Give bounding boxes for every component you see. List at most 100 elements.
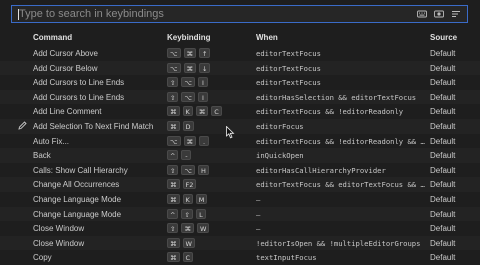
key-cap: C xyxy=(182,252,194,263)
row-source: Default xyxy=(430,78,456,88)
row-when-clause: editorTextFocus && !editorReadonly && su… xyxy=(256,136,428,146)
row-keybinding: ⌘ D xyxy=(167,120,194,131)
keybinding-row[interactable]: Add Line Comment ⌘ K ⌘ CeditorTextFocus && !… xyxy=(0,104,480,119)
table-scrollbar[interactable] xyxy=(470,46,473,258)
key-cap: ⇧ xyxy=(167,164,179,175)
row-keybinding: ⌘ K M xyxy=(167,193,208,204)
row-source: Default xyxy=(430,180,456,190)
keybinding-row[interactable]: Auto Fix... ⌥ ⌘. editorTextFocus && !editor… xyxy=(0,134,480,149)
search-actions xyxy=(417,9,461,19)
key-cap: . xyxy=(199,135,209,146)
key-cap: ⌘ xyxy=(167,179,180,190)
row-keybinding: ^ - xyxy=(167,150,192,161)
row-command: Change Language Mode xyxy=(33,209,122,219)
key-cap: ⌘ xyxy=(181,223,194,234)
row-source: Default xyxy=(430,238,456,248)
row-command: Change All Occurrences xyxy=(33,180,120,190)
keybinding-row[interactable]: Add Cursors to Line Ends ⇧ ⌥ IeditorTextFoc… xyxy=(0,75,480,90)
row-when-clause: inQuickOpen xyxy=(256,151,304,161)
row-keybinding: ⌘ C xyxy=(167,252,194,263)
key-cap: ⌥ xyxy=(181,77,195,88)
row-command: Add Line Comment xyxy=(33,107,102,117)
key-cap: ↑ xyxy=(199,48,211,58)
row-source: Default xyxy=(430,92,456,102)
column-header-command[interactable]: Command xyxy=(33,33,72,42)
key-cap: ⌘ xyxy=(167,120,180,131)
key-cap: K xyxy=(182,193,193,204)
row-keybinding: ⌘ W xyxy=(167,237,195,248)
row-keybinding: ⌘ F2 xyxy=(167,179,197,190)
row-when-clause: editorHasSelection && editorTextFocus xyxy=(256,92,417,102)
key-cap: ⌥ xyxy=(167,135,181,146)
row-when-clause: !editorIsOpen && !multipleEditorGroups xyxy=(256,238,421,248)
row-when-clause: editorFocus xyxy=(256,121,304,131)
row-when-clause: — xyxy=(256,224,261,234)
row-source: Default xyxy=(430,136,456,146)
key-cap: ⌘ xyxy=(167,193,180,204)
keybinding-row[interactable]: Add Cursors to Line Ends ⇧ ⌥ IeditorHasSele… xyxy=(0,89,480,105)
row-command: Close Window xyxy=(33,224,85,234)
row-source: Default xyxy=(430,194,456,204)
sort-by-precedence-icon[interactable] xyxy=(451,9,461,19)
row-keybinding: ⇧ ⌘ W xyxy=(167,223,210,234)
key-cap: ⇧ xyxy=(167,77,179,88)
key-cap: ⌘ xyxy=(183,135,196,146)
keybinding-row[interactable]: Add Selection To Next Find Match ⌘ D editor… xyxy=(0,118,480,134)
row-keybinding: ⌥ ⌘ ↑ xyxy=(167,48,211,58)
row-source: Default xyxy=(430,121,456,131)
row-command: Auto Fix... xyxy=(33,136,70,146)
row-when-clause: editorHasCallHierarchyProvider xyxy=(256,165,386,175)
keybinding-row[interactable]: Calls: Show Call Hierarchy ⇧ ⌥ HeditorHasCa… xyxy=(0,163,480,178)
key-cap: M xyxy=(195,193,208,204)
row-command: Close Window xyxy=(33,238,85,248)
key-cap: ⌥ xyxy=(181,164,195,175)
row-keybinding: ^ ⇧ L xyxy=(167,208,206,219)
keybinding-row[interactable]: Add Cursor Above ⌥ ⌘ ↑ editorTextFocus Defaul… xyxy=(0,46,480,61)
row-when-clause: editorTextFocus xyxy=(256,49,321,58)
key-cap: I xyxy=(197,91,208,102)
row-command: Add Cursors to Line Ends xyxy=(33,92,125,102)
keybinding-row[interactable]: Close Window ⌘ W !editorIsOpen && !multiple… xyxy=(0,235,480,251)
edit-keybinding-pencil-icon[interactable] xyxy=(18,121,27,130)
keyboard-icon[interactable] xyxy=(417,9,427,19)
row-command: Add Cursors to Line Ends xyxy=(33,78,125,88)
key-cap: ⇧ xyxy=(181,208,193,219)
row-command: Add Selection To Next Find Match xyxy=(33,121,154,131)
column-header-source[interactable]: Source xyxy=(430,33,457,42)
key-cap: ^ xyxy=(167,208,179,219)
row-keybinding: ⇧ ⌥ H xyxy=(167,164,209,175)
key-cap: ⇧ xyxy=(167,91,179,102)
keybinding-row[interactable]: Close Window ⇧ ⌘ W — Default xyxy=(0,221,480,236)
row-source: Default xyxy=(430,63,456,73)
row-when-clause: editorTextFocus xyxy=(256,78,321,88)
keybinding-row[interactable]: Change Language Mode ^ ⇧ L — Default xyxy=(0,206,480,222)
keybindings-search-box[interactable] xyxy=(11,5,468,23)
key-cap: C xyxy=(211,106,222,117)
row-when-clause: — xyxy=(256,194,261,204)
row-keybinding: ⌥ ⌘ ↓ xyxy=(167,62,211,73)
row-command: Add Cursor Below xyxy=(33,63,98,73)
keybindings-search-input[interactable] xyxy=(19,7,409,21)
keybinding-row[interactable]: Change All Occurrences ⌘ F2 editorTextFocus… xyxy=(0,177,480,192)
column-header-keybinding[interactable]: Keybinding xyxy=(167,33,211,42)
table-header: Command Keybinding When Source xyxy=(0,28,480,46)
row-source: Default xyxy=(430,107,456,117)
keybinding-row[interactable]: Add Cursor Below ⌥ ⌘ ↓ editorTextFocus Defaul… xyxy=(0,60,480,76)
record-keys-icon[interactable] xyxy=(434,9,444,19)
column-header-when[interactable]: When xyxy=(256,33,278,42)
key-cap: ↓ xyxy=(199,62,211,73)
keybinding-row[interactable]: Change Language Mode ⌘ K M — Default xyxy=(0,192,480,207)
key-cap: ⌘ xyxy=(167,106,180,117)
row-command: Calls: Show Call Hierarchy xyxy=(33,165,128,175)
key-cap: ⌘ xyxy=(183,48,196,58)
row-command: Back xyxy=(33,151,51,161)
key-cap: H xyxy=(197,164,209,175)
keybinding-row[interactable]: Back ^ - inQuickOpen Default xyxy=(0,148,480,163)
key-cap: ⌥ xyxy=(167,48,181,58)
row-source: Default xyxy=(430,165,456,175)
key-cap: ⌘ xyxy=(195,106,209,117)
key-cap: W xyxy=(196,223,210,234)
row-keybinding: ⌘ K ⌘ C xyxy=(167,106,222,117)
row-source: Default xyxy=(430,49,456,58)
row-when-clause: — xyxy=(256,209,261,219)
